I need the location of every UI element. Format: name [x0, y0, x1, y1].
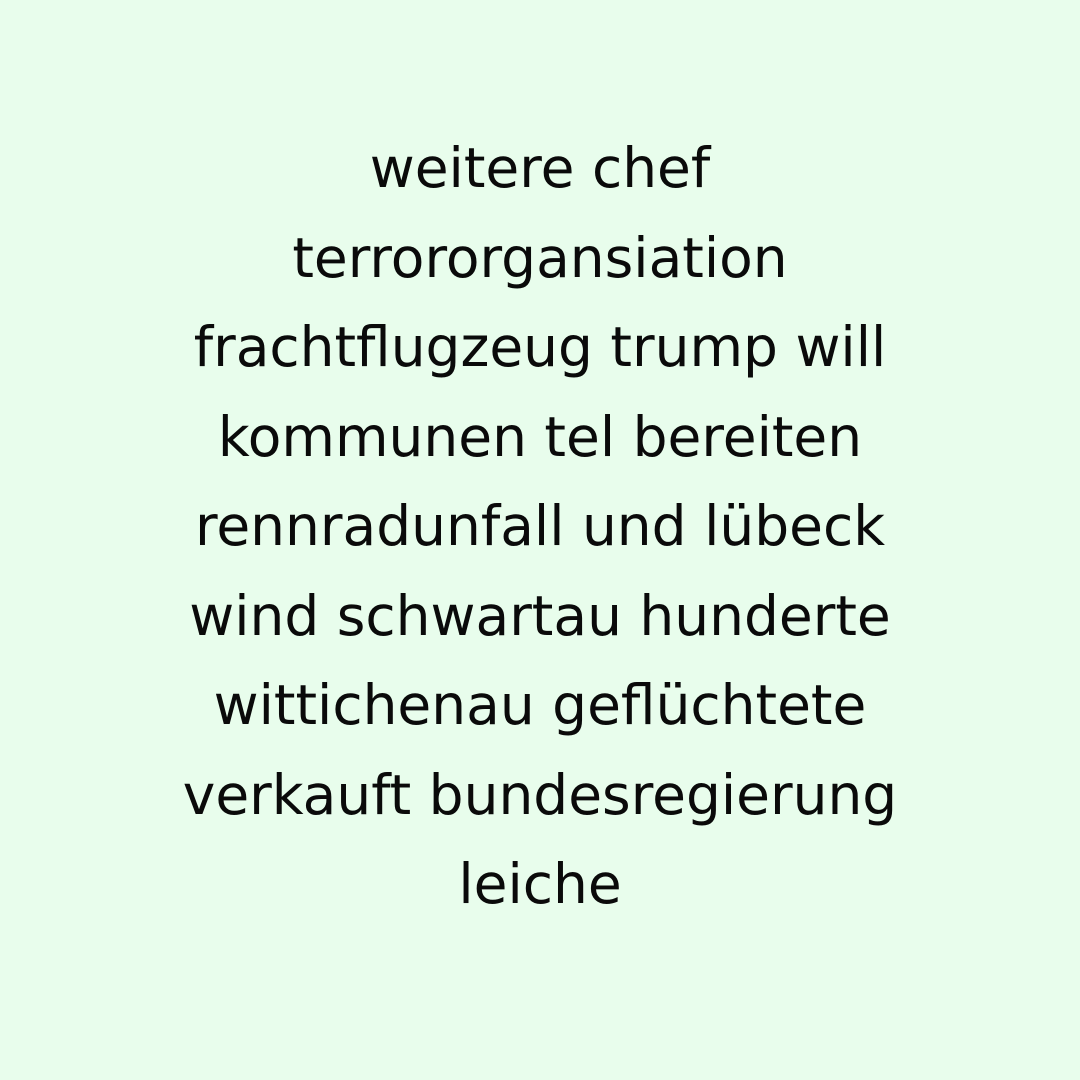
text-line-5: rennradunfall und lübeck	[194, 494, 886, 558]
text-line-9: leiche	[458, 852, 622, 916]
text-line-3: frachtflugzeug trump will	[193, 315, 887, 379]
text-line-2: terrororgansiation	[292, 225, 788, 290]
word-card: weitere chef terrororgansiation frachtfl…	[0, 0, 1080, 1080]
text-line-6: wind schwartau hunderte	[189, 583, 891, 648]
text-line-7: wittichenau geflüchtete	[213, 673, 867, 737]
text-line-8: verkauft bundesregierung	[182, 762, 898, 827]
word-text-block: weitere chef terrororgansiation frachtfl…	[0, 124, 1080, 930]
text-line-4: kommunen tel bereiten	[217, 404, 863, 469]
text-line-1: weitere chef	[369, 136, 711, 200]
